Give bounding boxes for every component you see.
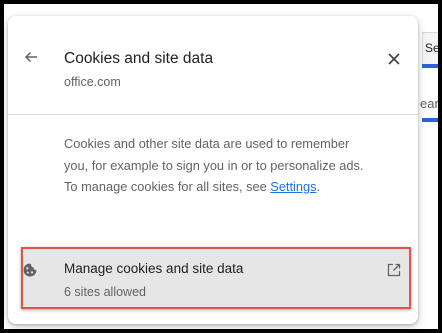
- close-button[interactable]: [385, 51, 403, 69]
- sites-allowed-count: 6 sites allowed: [64, 285, 146, 299]
- external-link-icon: [387, 263, 401, 277]
- cookie-icon: [23, 263, 37, 277]
- manage-cookies-row[interactable]: Manage cookies and site data 6 sites all…: [21, 247, 411, 309]
- manage-cookies-label: Manage cookies and site data: [64, 261, 244, 276]
- background-page-text: ear: [420, 96, 438, 111]
- popup-title: Cookies and site data: [64, 50, 214, 67]
- divider: [8, 114, 418, 115]
- arrow-back-icon: [24, 51, 37, 63]
- background-accent-bar: [422, 118, 438, 122]
- cookies-description: Cookies and other site data are used to …: [64, 133, 364, 198]
- settings-link[interactable]: Settings: [270, 179, 316, 194]
- cookies-popup: Cookies and site data office.com Cookies…: [8, 16, 418, 324]
- description-end: .: [316, 179, 321, 194]
- background-tab[interactable]: Se: [422, 32, 438, 68]
- background-tab-label: Se: [425, 41, 438, 55]
- back-button[interactable]: [22, 50, 40, 68]
- site-name: office.com: [64, 75, 121, 89]
- background-accent-bar: [422, 64, 438, 68]
- screen: Se ear Cookies and site data office.com …: [4, 4, 438, 329]
- close-icon: [388, 53, 400, 65]
